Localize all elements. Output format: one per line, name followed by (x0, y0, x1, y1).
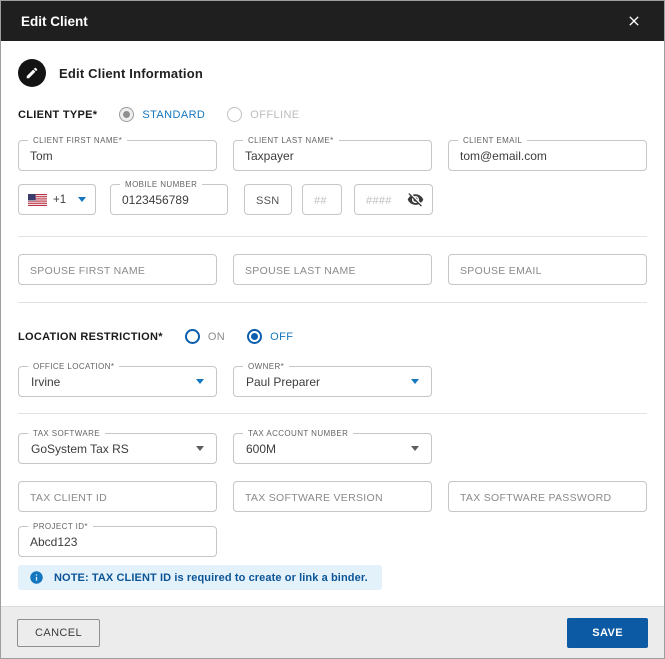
spouse-row (18, 254, 647, 285)
owner-value: Paul Preparer (246, 375, 320, 389)
project-id-label: PROJECT ID* (28, 521, 93, 532)
office-location-select[interactable]: OFFICE LOCATION* Irvine (18, 366, 217, 397)
office-owner-row: OFFICE LOCATION* Irvine OWNER* Paul Prep… (18, 366, 647, 397)
owner-label: OWNER* (243, 361, 289, 372)
save-button[interactable]: SAVE (567, 618, 648, 648)
visibility-off-icon[interactable] (407, 191, 432, 208)
client-type-offline-radio[interactable]: OFFLINE (227, 107, 299, 122)
client-email-label: CLIENT EMAIL (458, 135, 527, 146)
tax-software-label: TAX SOFTWARE (28, 428, 105, 439)
chevron-down-icon (196, 446, 204, 451)
location-restriction-off-radio[interactable]: OFF (247, 329, 293, 344)
tax-software-version-input[interactable] (234, 482, 431, 511)
spouse-last-name-field (233, 254, 432, 285)
tax-account-number-value: 600M (246, 442, 276, 456)
spouse-first-name-field (18, 254, 217, 285)
tax-account-number-select[interactable]: TAX ACCOUNT NUMBER 600M (233, 433, 432, 464)
chevron-down-icon (411, 446, 419, 451)
country-code-select[interactable]: +1 (18, 184, 96, 215)
spouse-email-field (448, 254, 647, 285)
note-banner: NOTE: TAX CLIENT ID is required to creat… (18, 565, 382, 590)
radio-unselected-icon (227, 107, 242, 122)
client-type-standard-label: STANDARD (142, 109, 205, 121)
divider (18, 413, 647, 414)
country-code-value: +1 (53, 194, 66, 206)
mobile-number-field: MOBILE NUMBER (110, 184, 228, 215)
divider (18, 302, 647, 303)
spouse-last-name-input[interactable] (234, 255, 431, 284)
modal-body: Edit Client Information CLIENT TYPE* STA… (1, 41, 664, 606)
note-text: NOTE: TAX CLIENT ID is required to creat… (54, 572, 368, 584)
office-location-value: Irvine (31, 375, 60, 389)
tax-client-id-input[interactable] (19, 482, 216, 511)
chevron-down-icon (196, 379, 204, 384)
ssn-part2-input[interactable] (303, 185, 341, 214)
tax-software-row: TAX SOFTWARE GoSystem Tax RS TAX ACCOUNT… (18, 433, 647, 464)
location-restriction-on-label: ON (208, 331, 225, 343)
section-heading: Edit Client Information (18, 59, 647, 87)
tax-software-value: GoSystem Tax RS (31, 442, 129, 456)
location-restriction-on-radio[interactable]: ON (185, 329, 225, 344)
cancel-button[interactable]: CANCEL (17, 619, 100, 647)
phone-ssn-row: +1 MOBILE NUMBER (18, 184, 647, 215)
tax-software-version-field (233, 481, 432, 512)
spouse-first-name-input[interactable] (19, 255, 216, 284)
name-email-row: CLIENT FIRST NAME* CLIENT LAST NAME* CLI… (18, 140, 647, 171)
ssn-part3-field (354, 184, 433, 215)
location-restriction-off-label: OFF (270, 331, 293, 343)
location-restriction-label: LOCATION RESTRICTION* (18, 331, 163, 343)
office-location-label: OFFICE LOCATION* (28, 361, 119, 372)
project-id-field: PROJECT ID* (18, 526, 217, 557)
tax-account-number-label: TAX ACCOUNT NUMBER (243, 428, 353, 439)
client-type-standard-radio[interactable]: STANDARD (119, 107, 205, 122)
radio-selected-icon (247, 329, 262, 344)
client-type-offline-label: OFFLINE (250, 109, 299, 121)
info-icon (29, 570, 44, 585)
project-id-row: PROJECT ID* (18, 526, 647, 557)
client-first-name-label: CLIENT FIRST NAME* (28, 135, 127, 146)
edit-client-modal: Edit Client Edit Client Information CLIE… (0, 0, 665, 659)
modal-footer: CANCEL SAVE (1, 606, 664, 658)
client-type-row: CLIENT TYPE* STANDARD OFFLINE (18, 107, 647, 122)
edit-pencil-icon (18, 59, 46, 87)
section-title: Edit Client Information (59, 66, 203, 81)
spouse-email-input[interactable] (449, 255, 646, 284)
chevron-down-icon (411, 379, 419, 384)
client-last-name-field: CLIENT LAST NAME* (233, 140, 432, 171)
ssn-part1-input[interactable] (245, 185, 291, 214)
tax-software-password-input[interactable] (449, 482, 646, 511)
client-last-name-label: CLIENT LAST NAME* (243, 135, 339, 146)
ssn-part2-field (302, 184, 342, 215)
tax-id-row (18, 481, 647, 512)
divider (18, 236, 647, 237)
tax-software-password-field (448, 481, 647, 512)
client-email-field: CLIENT EMAIL (448, 140, 647, 171)
tax-client-id-field (18, 481, 217, 512)
tax-software-select[interactable]: TAX SOFTWARE GoSystem Tax RS (18, 433, 217, 464)
chevron-down-icon (78, 197, 86, 202)
client-type-label: CLIENT TYPE* (18, 109, 97, 121)
location-restriction-row: LOCATION RESTRICTION* ON OFF (18, 329, 647, 344)
owner-select[interactable]: OWNER* Paul Preparer (233, 366, 432, 397)
mobile-number-label: MOBILE NUMBER (120, 179, 202, 190)
ssn-part1-field (244, 184, 292, 215)
modal-title: Edit Client (21, 14, 88, 29)
us-flag-icon (28, 194, 47, 206)
close-icon[interactable] (624, 11, 644, 31)
modal-header: Edit Client (1, 1, 664, 41)
radio-selected-icon (119, 107, 134, 122)
radio-unselected-icon (185, 329, 200, 344)
ssn-part3-input[interactable] (355, 185, 407, 214)
client-first-name-field: CLIENT FIRST NAME* (18, 140, 217, 171)
